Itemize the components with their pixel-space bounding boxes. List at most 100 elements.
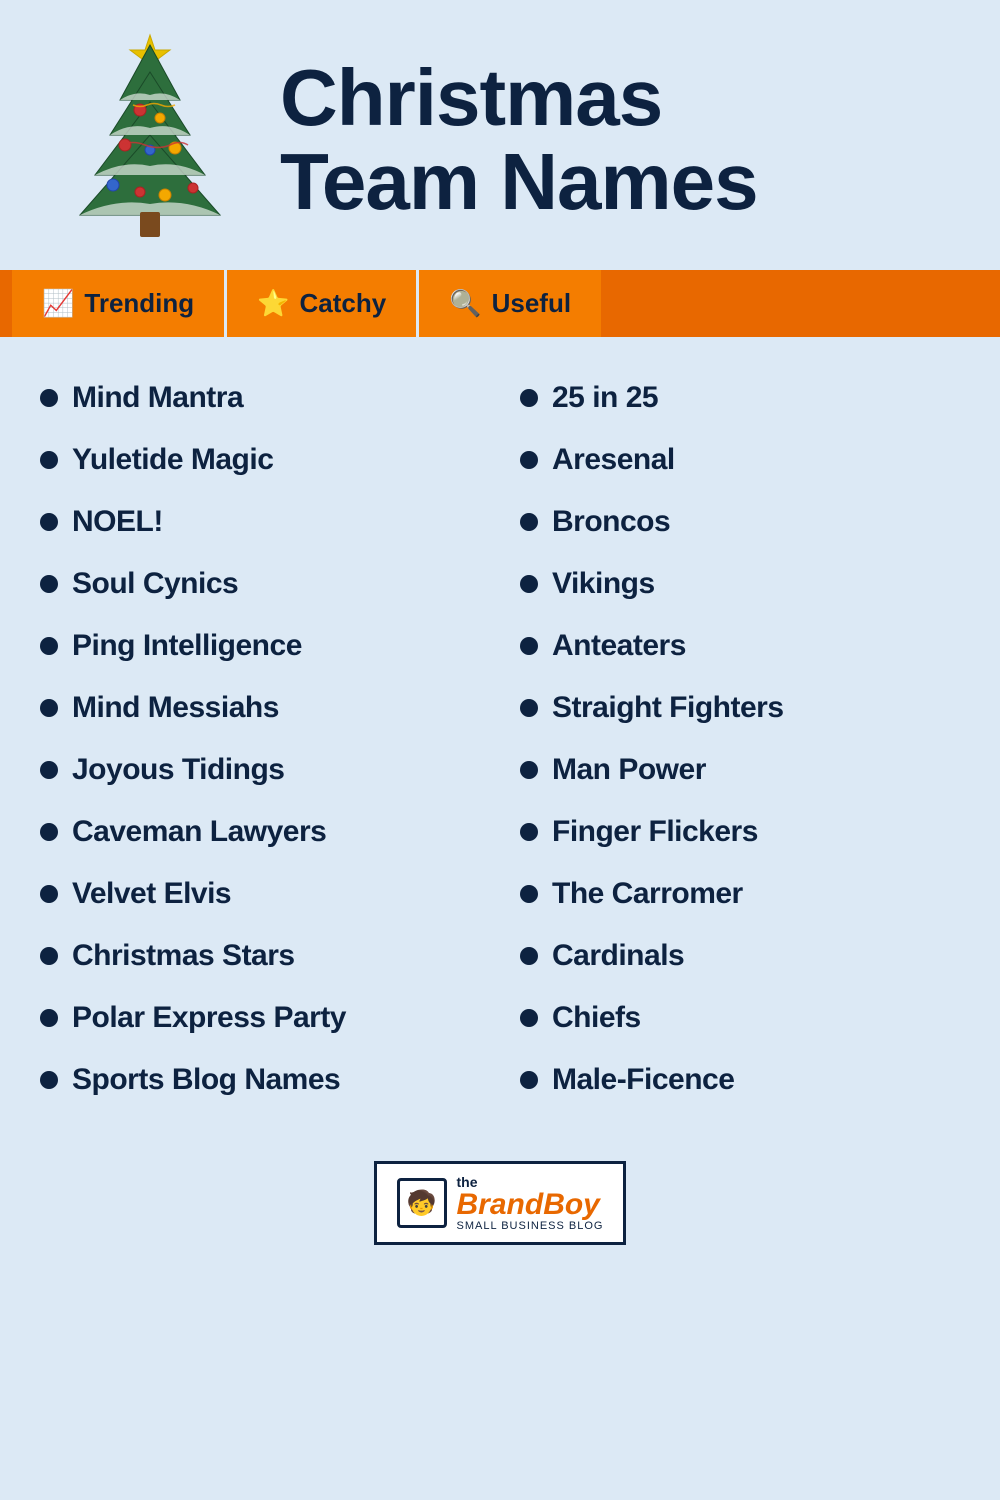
item-text: Caveman Lawyers	[72, 815, 326, 849]
list-item: Ping Intelligence	[40, 615, 480, 677]
nav-tabs: 📈 Trending ⭐ Catchy 🔍 Useful	[12, 270, 601, 337]
christmas-tree-image	[40, 30, 260, 250]
list-item: Mind Mantra	[40, 367, 480, 429]
list-item: Anteaters	[520, 615, 960, 677]
tab-trending-label: Trending	[84, 288, 194, 319]
list-item: Soul Cynics	[40, 553, 480, 615]
item-text: Aresenal	[552, 443, 675, 477]
header: Christmas Team Names	[0, 0, 1000, 270]
bullet	[40, 575, 58, 593]
nav-left-accent	[0, 270, 12, 337]
list-item: Joyous Tidings	[40, 739, 480, 801]
item-text: Joyous Tidings	[72, 753, 284, 787]
list-item: Velvet Elvis	[40, 863, 480, 925]
bullet	[520, 451, 538, 469]
nav-right-accent	[601, 270, 1000, 337]
bullet	[520, 823, 538, 841]
list-item: Male-Ficence	[520, 1049, 960, 1111]
nav-bar: 📈 Trending ⭐ Catchy 🔍 Useful	[0, 270, 1000, 337]
item-text: Ping Intelligence	[72, 629, 302, 663]
item-text: Chiefs	[552, 1001, 641, 1035]
bullet	[520, 947, 538, 965]
item-text: Anteaters	[552, 629, 686, 663]
item-text: Soul Cynics	[72, 567, 238, 601]
bullet	[520, 699, 538, 717]
catchy-icon: ⭐	[257, 288, 289, 319]
page-title: Christmas Team Names	[280, 56, 960, 224]
list-item: Caveman Lawyers	[40, 801, 480, 863]
tab-useful[interactable]: 🔍 Useful	[419, 270, 601, 337]
item-text: Male-Ficence	[552, 1063, 734, 1097]
bullet	[40, 885, 58, 903]
brandboy-logo: 🧒 the BrandBoy SMALL BUSINESS BLOG	[374, 1161, 627, 1245]
item-text: The Carromer	[552, 877, 743, 911]
item-text: Yuletide Magic	[72, 443, 273, 477]
list-item: Straight Fighters	[520, 677, 960, 739]
item-text: Polar Express Party	[72, 1001, 346, 1035]
bullet	[40, 823, 58, 841]
logo-text: the BrandBoy SMALL BUSINESS BLOG	[457, 1174, 604, 1232]
item-text: Mind Mantra	[72, 381, 243, 415]
list-item: Finger Flickers	[520, 801, 960, 863]
item-text: Vikings	[552, 567, 655, 601]
list-item: Aresenal	[520, 429, 960, 491]
list-item: The Carromer	[520, 863, 960, 925]
list-item: Chiefs	[520, 987, 960, 1049]
footer: 🧒 the BrandBoy SMALL BUSINESS BLOG	[0, 1131, 1000, 1275]
list-item: Mind Messiahs	[40, 677, 480, 739]
tab-catchy-label: Catchy	[300, 288, 387, 319]
bullet	[40, 761, 58, 779]
trending-icon: 📈	[42, 288, 74, 319]
list-item: NOEL!	[40, 491, 480, 553]
bullet	[520, 761, 538, 779]
title-line2: Team Names	[280, 140, 960, 224]
bullet	[520, 1071, 538, 1089]
bullet	[520, 513, 538, 531]
item-text: Cardinals	[552, 939, 684, 973]
item-text: NOEL!	[72, 505, 163, 539]
bullet	[40, 1009, 58, 1027]
logo-brand-italic: Boy	[543, 1188, 600, 1221]
list-item: Yuletide Magic	[40, 429, 480, 491]
item-text: Sports Blog Names	[72, 1063, 340, 1097]
bullet	[40, 1071, 58, 1089]
bullet	[520, 575, 538, 593]
logo-tagline: SMALL BUSINESS BLOG	[457, 1220, 604, 1232]
list-item: Sports Blog Names	[40, 1049, 480, 1111]
tab-trending[interactable]: 📈 Trending	[12, 270, 227, 337]
useful-icon: 🔍	[449, 288, 481, 319]
list-item: Christmas Stars	[40, 925, 480, 987]
list-item: Vikings	[520, 553, 960, 615]
list-section: Mind Mantra 25 in 25 Yuletide Magic Aresena…	[0, 337, 1000, 1131]
bullet	[40, 451, 58, 469]
logo-brand-normal: Brand	[457, 1188, 544, 1221]
bullet	[40, 513, 58, 531]
logo-brandboy: BrandBoy	[457, 1190, 604, 1220]
logo-icon: 🧒	[397, 1178, 447, 1228]
bullet	[40, 699, 58, 717]
bullet	[520, 389, 538, 407]
list-item: Cardinals	[520, 925, 960, 987]
item-text: Broncos	[552, 505, 670, 539]
item-text: Straight Fighters	[552, 691, 784, 725]
bullet	[520, 885, 538, 903]
list-item: Polar Express Party	[40, 987, 480, 1049]
list-item: 25 in 25	[520, 367, 960, 429]
bullet	[520, 1009, 538, 1027]
item-text: Finger Flickers	[552, 815, 758, 849]
list-item: Man Power	[520, 739, 960, 801]
bullet	[40, 389, 58, 407]
item-text: Man Power	[552, 753, 706, 787]
bullet	[520, 637, 538, 655]
list-item: Broncos	[520, 491, 960, 553]
tab-catchy[interactable]: ⭐ Catchy	[227, 270, 419, 337]
item-text: Christmas Stars	[72, 939, 295, 973]
bullet	[40, 637, 58, 655]
item-text: Velvet Elvis	[72, 877, 231, 911]
item-text: Mind Messiahs	[72, 691, 279, 725]
item-text: 25 in 25	[552, 381, 658, 415]
title-line1: Christmas	[280, 56, 960, 140]
tab-useful-label: Useful	[492, 288, 571, 319]
list-grid: Mind Mantra 25 in 25 Yuletide Magic Aresena…	[40, 367, 960, 1111]
bullet	[40, 947, 58, 965]
